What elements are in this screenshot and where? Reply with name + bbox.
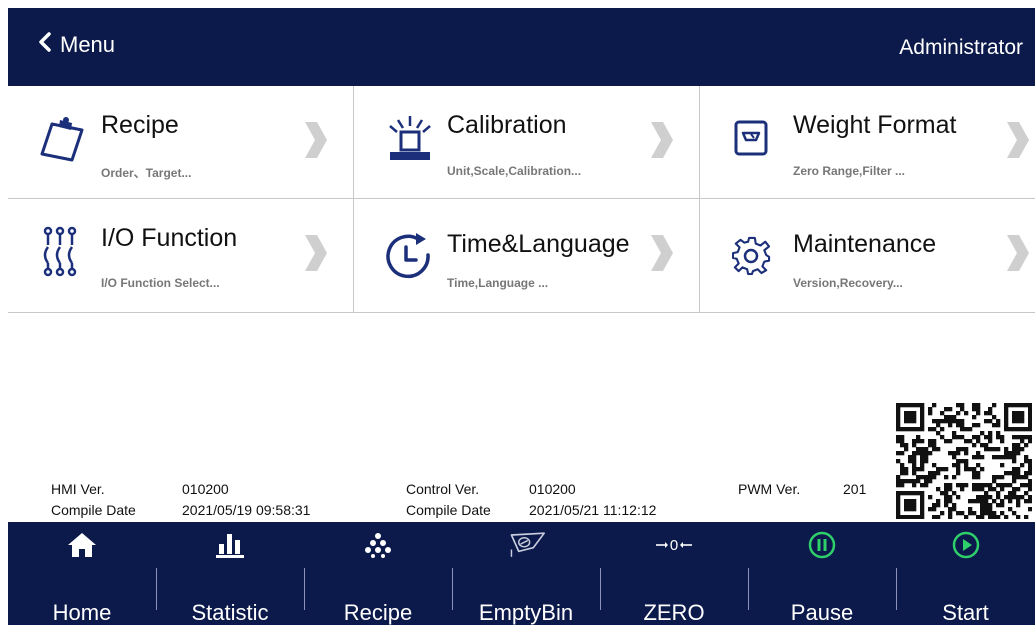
chevron-right-icon bbox=[303, 233, 329, 273]
menu-grid: Recipe Order、Target... Calibration Unit,… bbox=[8, 86, 1035, 313]
tile-subtitle: Zero Range,Filter ... bbox=[793, 164, 906, 178]
nav-home-button[interactable]: Home bbox=[8, 522, 156, 625]
home-icon bbox=[62, 528, 102, 562]
nav-pause-button[interactable]: Pause bbox=[748, 522, 896, 625]
scale-weight-icon bbox=[384, 112, 436, 164]
play-circle-icon bbox=[946, 528, 986, 562]
io-pins-icon bbox=[38, 225, 90, 277]
top-bar: Menu Administrator bbox=[8, 8, 1035, 86]
zero-arrows-icon: 0 bbox=[654, 528, 694, 562]
tile-subtitle: Version,Recovery... bbox=[793, 276, 903, 290]
nav-label: Home bbox=[52, 600, 112, 625]
menu-tile-maintenance[interactable]: Maintenance Version,Recovery... bbox=[700, 199, 1035, 313]
pause-circle-icon bbox=[802, 528, 842, 562]
chevron-right-icon bbox=[649, 120, 675, 160]
tile-title: Calibration bbox=[447, 111, 567, 139]
scale-display-icon bbox=[732, 118, 784, 170]
tile-title: Recipe bbox=[101, 111, 179, 139]
tile-subtitle: Unit,Scale,Calibration... bbox=[447, 164, 582, 178]
dots-pyramid-icon bbox=[358, 528, 398, 562]
chevron-right-icon bbox=[649, 233, 675, 273]
hmi-compile-date-value: 2021/05/19 09:58:31 bbox=[182, 502, 311, 518]
nav-label: Pause bbox=[790, 600, 854, 625]
tile-subtitle: Order、Target... bbox=[101, 166, 192, 180]
menu-tile-recipe[interactable]: Recipe Order、Target... bbox=[8, 86, 354, 199]
empty-bin-icon bbox=[506, 528, 546, 562]
back-menu-button[interactable]: Menu bbox=[38, 32, 115, 58]
control-compile-date-label: Compile Date bbox=[406, 502, 491, 518]
nav-label: EmptyBin bbox=[478, 600, 574, 625]
tile-title: I/O Function bbox=[101, 224, 238, 252]
menu-tile-time-language[interactable]: Time&Language Time,Language ... bbox=[354, 199, 700, 313]
nav-zero-button[interactable]: 0 ZERO bbox=[600, 522, 748, 625]
pwm-version-value: 201 bbox=[843, 481, 867, 497]
tile-subtitle: Time,Language ... bbox=[447, 276, 549, 290]
svg-text:0: 0 bbox=[670, 537, 678, 554]
control-version-value: 010200 bbox=[529, 481, 576, 497]
bottom-nav-bar: Home Statistic Recipe EmptyBin 0 ZERO Pa… bbox=[8, 522, 1035, 625]
tile-title: Weight Format bbox=[793, 111, 957, 139]
nav-label: Start bbox=[942, 600, 989, 625]
nav-emptybin-button[interactable]: EmptyBin bbox=[452, 522, 600, 625]
tile-title: Time&Language bbox=[447, 230, 630, 258]
chevron-right-icon bbox=[1005, 120, 1031, 160]
chevron-right-icon bbox=[303, 120, 329, 160]
clipboard-icon bbox=[38, 112, 90, 164]
menu-tile-weight-format[interactable]: Weight Format Zero Range,Filter ... bbox=[700, 86, 1035, 199]
back-menu-label: Menu bbox=[60, 32, 116, 57]
chevron-right-icon bbox=[1005, 233, 1031, 273]
clock-icon bbox=[384, 231, 436, 283]
menu-tile-io-function[interactable]: I/O Function I/O Function Select... bbox=[8, 199, 354, 313]
qr-code bbox=[896, 403, 1033, 520]
pwm-version-label: PWM Ver. bbox=[738, 481, 801, 497]
gear-icon bbox=[731, 236, 784, 288]
nav-label: Statistic bbox=[191, 600, 269, 625]
chevron-left-icon bbox=[38, 32, 52, 58]
hmi-version-label: HMI Ver. bbox=[51, 481, 105, 497]
hmi-version-value: 010200 bbox=[182, 481, 229, 497]
user-role-label[interactable]: Administrator bbox=[899, 36, 1023, 60]
nav-label: ZERO bbox=[643, 600, 705, 625]
tile-title: Maintenance bbox=[793, 230, 937, 258]
hmi-compile-date-label: Compile Date bbox=[51, 502, 136, 518]
control-version-label: Control Ver. bbox=[406, 481, 480, 497]
tile-subtitle: I/O Function Select... bbox=[101, 276, 220, 290]
nav-start-button[interactable]: Start bbox=[896, 522, 1035, 625]
bar-chart-icon bbox=[210, 528, 250, 562]
control-compile-date-value: 2021/05/21 11:12:12 bbox=[529, 502, 657, 518]
nav-statistic-button[interactable]: Statistic bbox=[156, 522, 304, 625]
menu-tile-calibration[interactable]: Calibration Unit,Scale,Calibration... bbox=[354, 86, 700, 199]
nav-recipe-button[interactable]: Recipe bbox=[304, 522, 452, 625]
nav-label: Recipe bbox=[343, 600, 413, 625]
